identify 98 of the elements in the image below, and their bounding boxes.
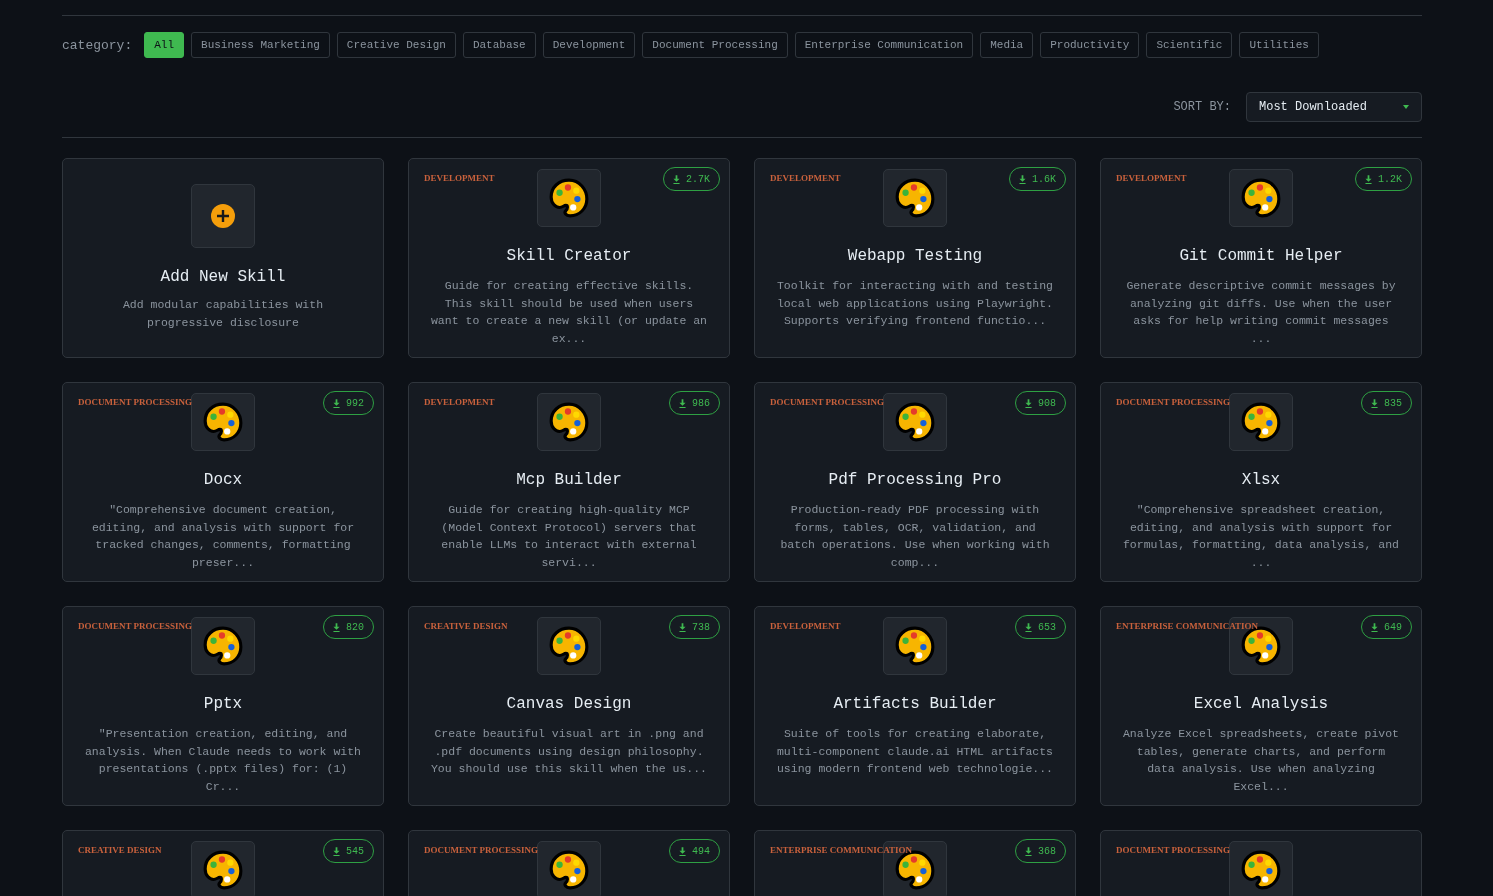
skill-card[interactable]: DOCUMENT PROCESSING 835 Xlsx "Comprehensive spreadsheet creation, editing, and analysis with support for formulas, formatting, data analysis, and ... [1100,382,1422,582]
skill-card[interactable]: CREATIVE DESIGN 738 Canvas Design Create beautiful visual art in .png and .pdf documents using design philosophy. You should use this skill when the us... [408,606,730,806]
category-chip[interactable]: Creative Design [336,32,456,58]
card-description: Add modular capabilities with progressive disclosure [121,297,325,331]
download-icon [673,174,680,184]
card-description: "Presentation creation, editing, and analysis. When Claude needs to work with presentations (.pptx files) for: (1) Cr... [83,726,362,796]
card-description: Suite of tools for creating elaborate, multi-component claude.ai HTML artifacts using modern frontend web technologie... [775,726,1054,778]
category-chip[interactable]: Database [462,32,536,58]
category-chip[interactable]: Media [980,32,1034,58]
add-skill-card[interactable]: Add New Skill Add modular capabilities with progressive disclosure [62,158,384,358]
palette-icon [894,625,936,667]
card-title: Docx [203,471,243,489]
card-title: Mcp Builder [516,471,622,489]
category-chip[interactable]: Utilities [1239,32,1319,58]
card-description: "Comprehensive spreadsheet creation, editing, and analysis with support for formulas, formatting, data analysis, and ... [1121,502,1400,572]
category-tag: DEVELOPMENT [424,173,495,183]
download-icon [333,622,340,632]
sort-dropdown[interactable]: Most Downloaded [1246,92,1422,122]
palette-icon [1240,401,1282,443]
palette-icon [894,401,936,443]
category-tag: DOCUMENT PROCESSING [1116,845,1231,855]
plus-icon [211,204,235,228]
category-tag: DOCUMENT PROCESSING [78,397,193,407]
card-title: Canvas Design [506,695,632,713]
category-tag: CREATIVE DESIGN [78,845,162,855]
download-icon [1025,622,1032,632]
card-title: Skill Creator [506,247,632,265]
download-icon [1025,846,1032,856]
palette-icon [1240,849,1282,891]
category-chip[interactable]: Productivity [1040,32,1140,58]
category-tag: DOCUMENT PROCESSING [770,397,885,407]
filter-label: category: [62,37,133,53]
category-tag: DOCUMENT PROCESSING [1116,397,1231,407]
download-icon [1365,174,1372,184]
palette-icon [202,401,244,443]
category-chip[interactable]: Document Processing [642,32,788,58]
skill-card[interactable]: DOCUMENT PROCESSING 820 Pptx "Presentation creation, editing, and analysis. When Claude needs to work with presentations (.pptx files) for: (1) Cr... [62,606,384,806]
card-description: Generate descriptive commit messages by analyzing git diffs. Use when the user asks for help writing commit messages ... [1125,278,1397,348]
category-tag: DEVELOPMENT [770,173,841,183]
card-title: Artifacts Builder [833,695,997,713]
card-description: Create beautiful visual art in .png and .pdf documents using design philosophy. You should use this skill when the us... [429,726,708,778]
palette-icon [548,177,590,219]
download-icon [333,398,340,408]
download-icon [1371,398,1378,408]
category-tag: DEVELOPMENT [424,397,495,407]
card-title: Excel Analysis [1193,695,1329,713]
download-icon [1025,398,1032,408]
card-description: Analyze Excel spreadsheets, create pivot tables, generate charts, and perform data analysis. Use when analyzing Excel... [1121,726,1400,796]
category-chip[interactable]: Enterprise Communication [794,32,974,58]
category-tag: DOCUMENT PROCESSING [424,845,539,855]
skill-card[interactable]: DOCUMENT PROCESSING 992 Docx "Comprehensive document creation, editing, and analysis with support for tracked changes, comments, formatting preser... [62,382,384,582]
download-icon [1019,174,1026,184]
skill-card[interactable]: DEVELOPMENT 986 Mcp Builder Guide for creating high-quality MCP (Model Context Protocol) servers that enable LLMs to interact with external servi... [408,382,730,582]
skill-card[interactable]: CREATIVE DESIGN 545 [62,830,384,896]
card-title: Pdf Processing Pro [828,471,1002,489]
skill-card[interactable]: ENTERPRISE COMMUNICATION 649 Excel Analysis Analyze Excel spreadsheets, create pivot tables, generate charts, and perform data analysis. Use when analyzing Excel... [1100,606,1422,806]
skill-card[interactable]: DOCUMENT PROCESSING [1100,830,1422,896]
category-tag: CREATIVE DESIGN [424,621,508,631]
category-tag: DEVELOPMENT [770,621,841,631]
skill-card[interactable]: DOCUMENT PROCESSING 494 [408,830,730,896]
card-title: Add New Skill [160,268,286,286]
category-tag: ENTERPRISE COMMUNICATION [770,845,913,855]
category-chip[interactable]: Business Marketing [191,32,330,58]
card-title: Xlsx [1241,471,1281,489]
skill-card[interactable]: DEVELOPMENT 1.2K Git Commit Helper Generate descriptive commit messages by analyzing git diffs. Use when the user asks for help writing commit messages ... [1100,158,1422,358]
palette-icon [548,625,590,667]
download-icon [679,846,686,856]
card-description: Toolkit for interacting with and testing local web applications using Playwright. Supports verifying frontend functio... [775,278,1054,330]
skill-card[interactable]: DOCUMENT PROCESSING 908 Pdf Processing Pro Production-ready PDF processing with forms, tables, OCR, validation, and batch operations. Use when working with comp... [754,382,1076,582]
palette-icon [894,177,936,219]
palette-icon [1240,177,1282,219]
skill-card[interactable]: ENTERPRISE COMMUNICATION 368 [754,830,1076,896]
sort-label: SORT BY: [1173,100,1231,114]
palette-icon [548,849,590,891]
category-chip[interactable]: Scientific [1146,32,1233,58]
skill-card[interactable]: DEVELOPMENT 653 Artifacts Builder Suite of tools for creating elaborate, multi-component claude.ai HTML artifacts using modern frontend web technologie... [754,606,1076,806]
card-title: Pptx [203,695,243,713]
card-title: Webapp Testing [847,247,983,265]
download-icon [333,846,340,856]
download-icon [679,622,686,632]
palette-icon [202,625,244,667]
category-chip[interactable]: Development [542,32,636,58]
category-tag: DEVELOPMENT [1116,173,1187,183]
card-description: "Comprehensive document creation, editing, and analysis with support for tracked changes, comments, formatting preser... [90,502,356,572]
card-title: Git Commit Helper [1179,247,1343,265]
category-tag: DOCUMENT PROCESSING [78,621,193,631]
caret-icon [1403,105,1409,109]
skill-card[interactable]: DEVELOPMENT 2.7K Skill Creator Guide for creating effective skills. This skill should be used when users want to create a new skill (or update an ex... [408,158,730,358]
download-icon [1371,622,1378,632]
skill-card[interactable]: DEVELOPMENT 1.6K Webapp Testing Toolkit for interacting with and testing local web applications using Playwright. Supports verifying frontend functio... [754,158,1076,358]
category-chip[interactable]: All [144,32,185,58]
category-tag: ENTERPRISE COMMUNICATION [1116,621,1259,631]
download-icon [679,398,686,408]
card-description: Guide for creating effective skills. This skill should be used when users want to create a new skill (or update an ex... [429,278,708,348]
palette-icon [548,401,590,443]
card-description: Production-ready PDF processing with forms, tables, OCR, validation, and batch operations. Use when working with comp... [779,502,1051,572]
card-description: Guide for creating high-quality MCP (Model Context Protocol) servers that enable LLMs to interact with external servi... [440,502,698,572]
palette-icon [202,849,244,891]
